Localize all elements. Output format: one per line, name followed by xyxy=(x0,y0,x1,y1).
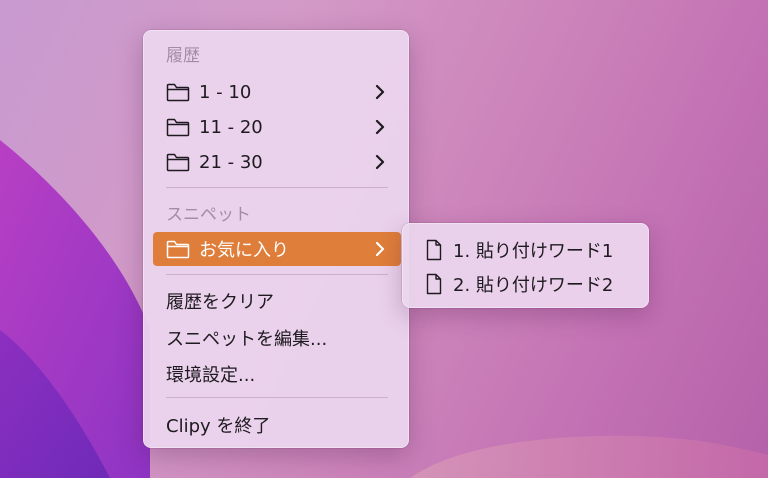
history-item-label: 21 - 30 xyxy=(199,151,263,173)
favorites-submenu: 1. 貼り付けワード1 2. 貼り付けワード2 xyxy=(402,223,649,308)
preferences-label: 環境設定... xyxy=(166,365,256,386)
snippet-item-label: 2. 貼り付けワード2 xyxy=(453,275,614,296)
history-item-21-30[interactable]: 21 - 30 xyxy=(153,145,401,179)
clear-history-label: 履歴をクリア xyxy=(166,292,274,313)
snippet-section-header: スニペット xyxy=(166,205,251,225)
folder-icon xyxy=(166,82,190,102)
chevron-right-icon xyxy=(375,84,385,100)
snippet-item-1[interactable]: 1. 貼り付けワード1 xyxy=(412,234,641,266)
edit-snippets-item[interactable]: スニペットを編集... xyxy=(153,321,401,355)
clear-history-item[interactable]: 履歴をクリア xyxy=(153,284,401,318)
document-icon xyxy=(425,239,443,261)
folder-icon xyxy=(166,239,190,259)
menu-separator xyxy=(166,187,388,188)
clipy-menu: 履歴 1 - 10 11 - 20 21 - 30 スニペット お気に入り 履歴… xyxy=(143,30,409,448)
edit-snippets-label: スニペットを編集... xyxy=(166,329,328,350)
folder-icon xyxy=(166,152,190,172)
chevron-right-icon xyxy=(375,241,385,257)
quit-clipy-label: Clipy を終了 xyxy=(166,416,271,437)
history-item-label: 11 - 20 xyxy=(199,116,263,138)
snippet-item-2[interactable]: 2. 貼り付けワード2 xyxy=(412,268,641,300)
preferences-item[interactable]: 環境設定... xyxy=(153,357,401,391)
history-item-label: 1 - 10 xyxy=(199,81,252,103)
snippet-folder-favorites[interactable]: お気に入り xyxy=(153,232,401,266)
menu-separator xyxy=(166,274,388,275)
quit-clipy-item[interactable]: Clipy を終了 xyxy=(153,408,401,442)
folder-icon xyxy=(166,117,190,137)
chevron-right-icon xyxy=(375,119,385,135)
snippet-item-label: 1. 貼り付けワード1 xyxy=(453,241,614,262)
history-item-1-10[interactable]: 1 - 10 xyxy=(153,75,401,109)
chevron-right-icon xyxy=(375,154,385,170)
document-icon xyxy=(425,273,443,295)
snippet-folder-label: お気に入り xyxy=(199,240,289,261)
history-item-11-20[interactable]: 11 - 20 xyxy=(153,110,401,144)
history-section-header: 履歴 xyxy=(166,46,200,66)
menu-separator xyxy=(166,397,388,398)
